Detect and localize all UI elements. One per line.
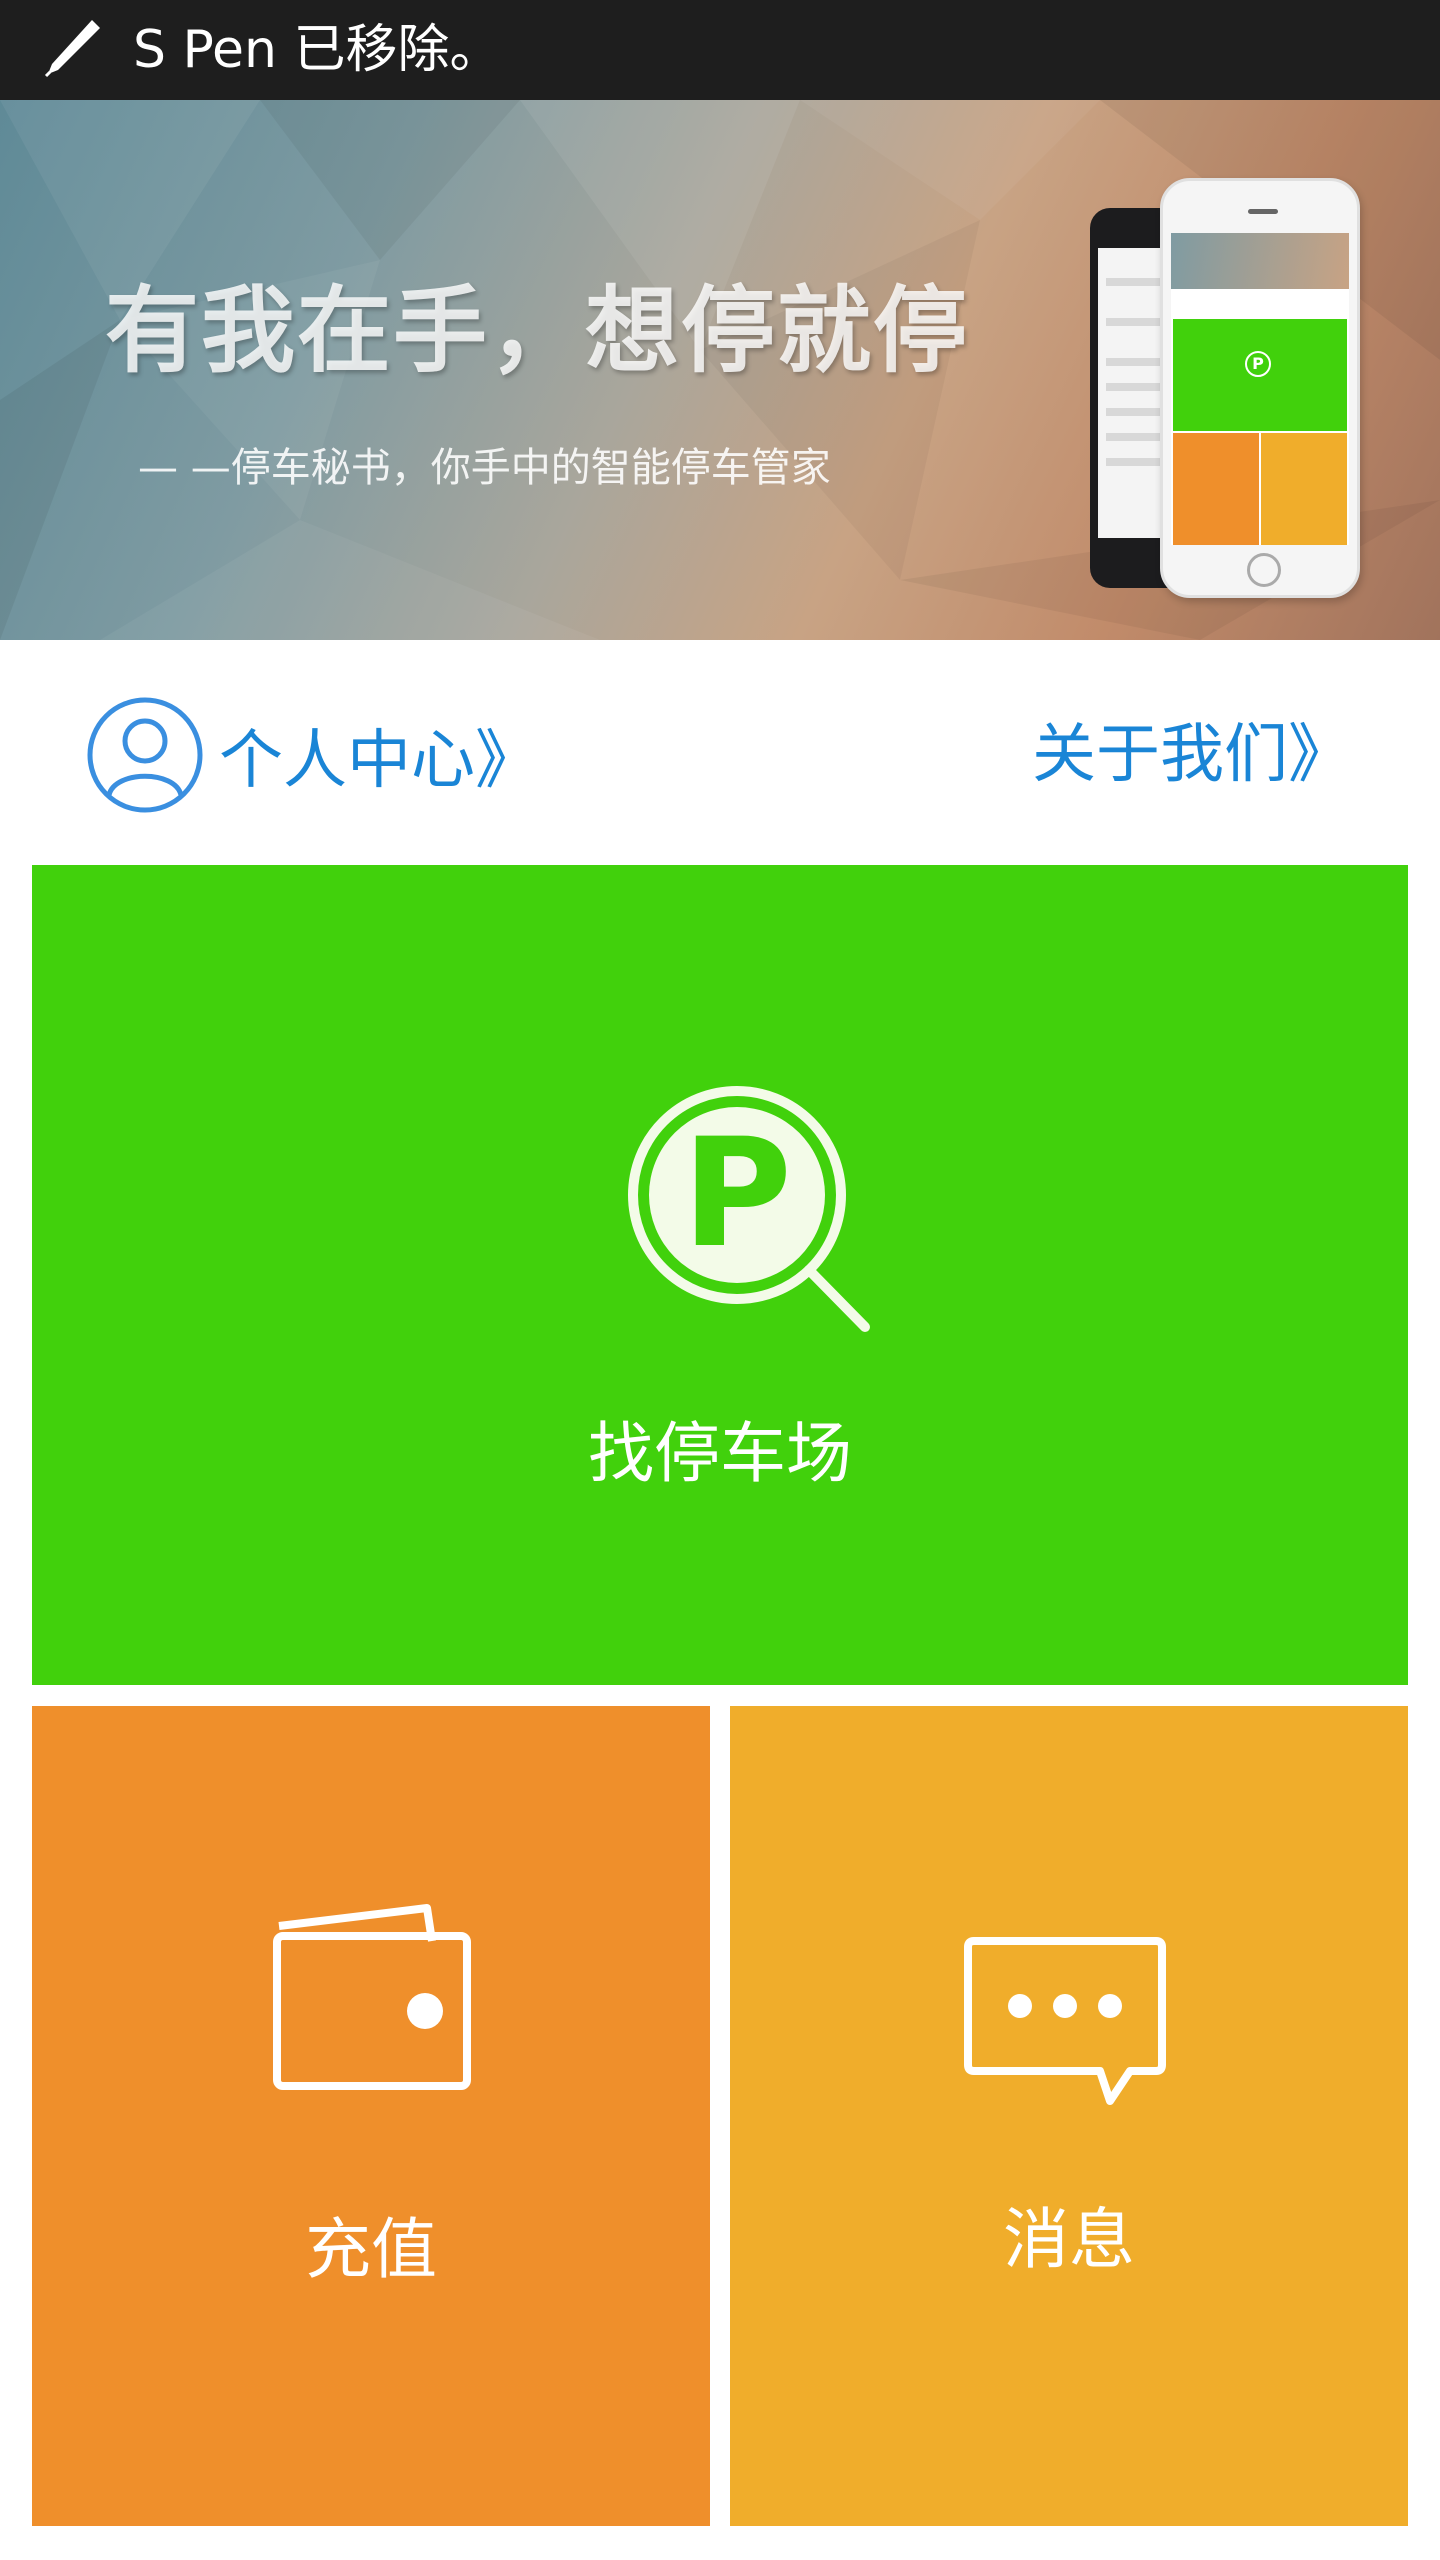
parking-search-icon: P — [628, 1086, 870, 1332]
find-parking-label: 找停车场 — [588, 1415, 852, 1492]
notification-text: S Pen 已移除。 — [133, 20, 502, 80]
nav-row: 个人中心》 关于我们》 — [0, 640, 1440, 865]
phone-mockup-front: P — [1160, 178, 1360, 598]
messages-label: 消息 — [1003, 2201, 1135, 2278]
recharge-tile[interactable]: 充值 — [32, 1706, 710, 2526]
banner-subline: — —停车秘书，你手中的智能停车管家 — [138, 445, 831, 491]
messages-tile[interactable]: 消息 — [730, 1706, 1408, 2526]
notification-bar: S Pen 已移除。 — [0, 0, 1440, 100]
banner-headline: 有我在手，想停就停 — [105, 277, 970, 386]
about-us-link[interactable]: 关于我们》 — [1032, 695, 1352, 815]
profile-link-label: 个人中心》 — [219, 724, 539, 798]
avatar-icon — [87, 697, 203, 813]
find-parking-tile[interactable]: P 找停车场 — [32, 865, 1408, 1685]
message-icon — [964, 1937, 1166, 2105]
wallet-icon — [273, 1904, 471, 2090]
svg-text:P: P — [682, 1107, 792, 1281]
promo-banner: 有我在手，想停就停 — —停车秘书，你手中的智能停车管家 P — [0, 100, 1440, 640]
s-pen-icon — [44, 20, 100, 78]
recharge-label: 充值 — [305, 2211, 437, 2288]
profile-link[interactable]: 个人中心》 — [85, 695, 539, 815]
